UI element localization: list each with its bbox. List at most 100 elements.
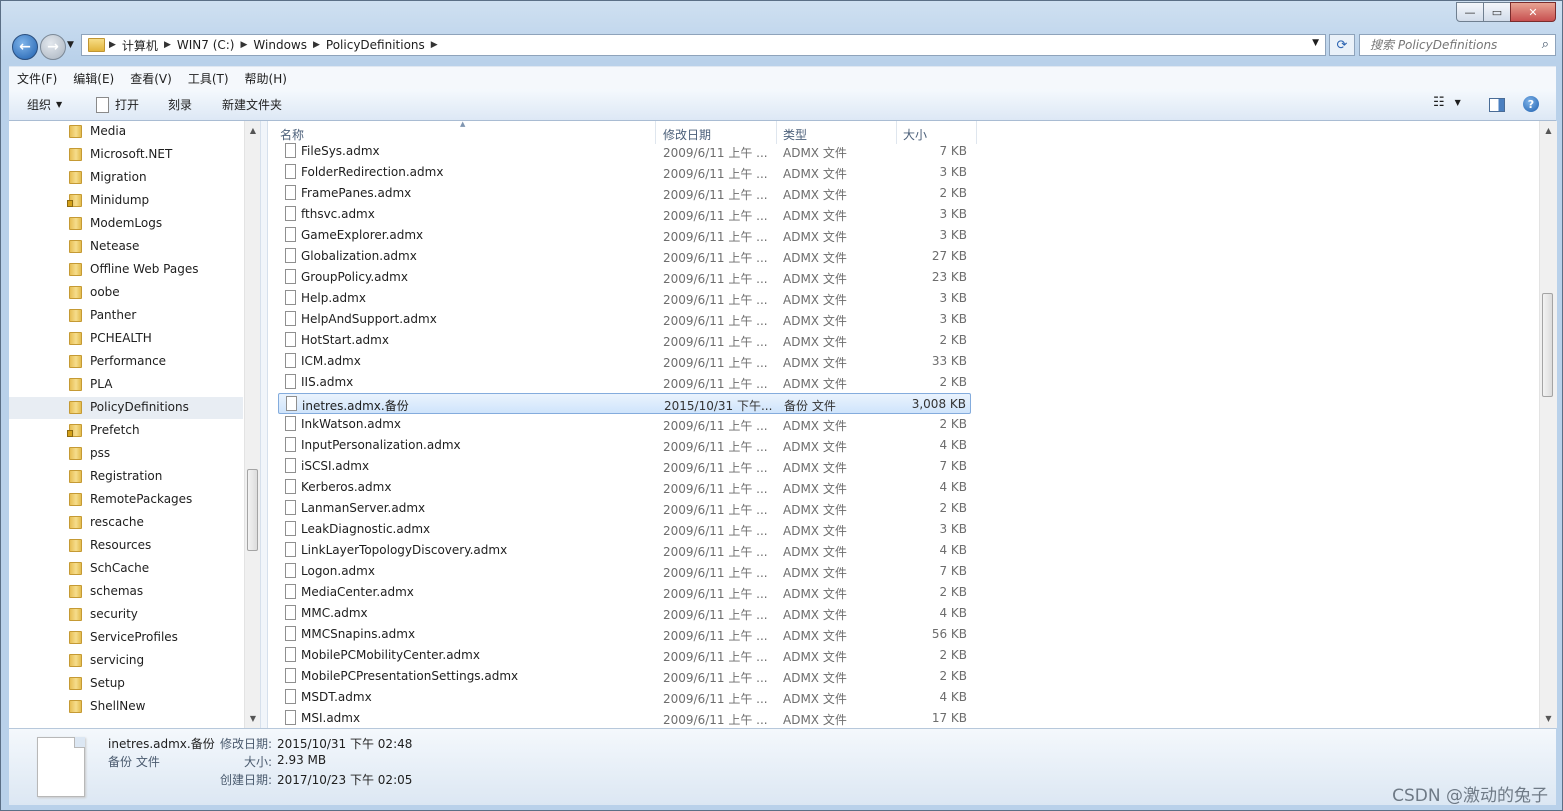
nav-folder-item[interactable]: Panther — [9, 305, 243, 327]
breadcrumb-policydefinitions[interactable]: PolicyDefinitions — [320, 38, 431, 52]
view-options-button[interactable]: ☷ ▼ — [1433, 95, 1461, 110]
file-row[interactable]: MobilePCMobilityCenter.admx 2009/6/11 上午 … — [278, 645, 971, 666]
file-row[interactable]: InputPersonalization.admx 2009/6/11 上午 ..… — [278, 435, 971, 456]
refresh-button[interactable]: ⟳ — [1329, 34, 1355, 56]
burn-button[interactable]: 刻录 — [168, 96, 192, 113]
forward-button[interactable]: → — [40, 34, 66, 60]
file-row[interactable]: MMCSnapins.admx 2009/6/11 上午 ... ADMX 文件 56… — [278, 624, 971, 645]
nav-folder-item[interactable]: RemotePackages — [9, 489, 243, 511]
chevron-right-icon[interactable]: ▶ — [313, 40, 320, 50]
scroll-down-arrow[interactable]: ▼ — [1540, 711, 1557, 727]
nav-folder-item[interactable]: Resources — [9, 535, 243, 557]
maximize-button[interactable]: ▭ — [1483, 2, 1511, 22]
pane-splitter[interactable] — [260, 121, 268, 728]
file-row[interactable]: fthsvc.admx 2009/6/11 上午 ... ADMX 文件 3 KB — [278, 204, 971, 225]
file-row[interactable]: HotStart.admx 2009/6/11 上午 ... ADMX 文件 2 KB — [278, 330, 971, 351]
nav-folder-item[interactable]: Minidump — [9, 190, 243, 212]
nav-folder-item[interactable]: Netease — [9, 236, 243, 258]
nav-folder-item[interactable]: ServiceProfiles — [9, 627, 243, 649]
menu-tools[interactable]: 工具(T) — [180, 70, 237, 87]
file-row[interactable]: FileSys.admx 2009/6/11 上午 ... ADMX 文件 7 KB — [278, 141, 971, 162]
menu-help[interactable]: 帮助(H) — [237, 70, 295, 87]
breadcrumb-computer[interactable]: 计算机 — [116, 37, 164, 54]
file-row[interactable]: LinkLayerTopologyDiscovery.admx 2009/6/11… — [278, 540, 971, 561]
file-row[interactable]: Help.admx 2009/6/11 上午 ... ADMX 文件 3 KB — [278, 288, 971, 309]
folder-icon — [88, 38, 105, 52]
nav-folder-item[interactable]: security — [9, 604, 243, 626]
nav-folder-item[interactable]: pss — [9, 443, 243, 465]
nav-folder-item[interactable]: Registration — [9, 466, 243, 488]
open-button[interactable]: 打开 — [96, 96, 139, 113]
nav-folder-item[interactable]: Migration — [9, 167, 243, 189]
search-box[interactable]: ⌕ — [1359, 34, 1556, 56]
nav-scroll-thumb[interactable] — [247, 469, 258, 551]
file-row[interactable]: MSDT.admx 2009/6/11 上午 ... ADMX 文件 4 KB — [278, 687, 971, 708]
file-row[interactable]: FramePanes.admx 2009/6/11 上午 ... ADMX 文件 2 … — [278, 183, 971, 204]
file-row[interactable]: GameExplorer.admx 2009/6/11 上午 ... ADMX 文件… — [278, 225, 971, 246]
file-row[interactable]: MobilePCPresentationSettings.admx 2009/6/… — [278, 666, 971, 687]
scroll-up-arrow[interactable]: ▲ — [1540, 123, 1557, 139]
scroll-down-arrow[interactable]: ▼ — [245, 711, 260, 727]
chevron-right-icon[interactable]: ▶ — [164, 40, 171, 50]
file-row[interactable]: Logon.admx 2009/6/11 上午 ... ADMX 文件 7 KB — [278, 561, 971, 582]
menu-edit[interactable]: 编辑(E) — [65, 70, 122, 87]
search-input[interactable] — [1368, 37, 1537, 53]
file-row[interactable]: MediaCenter.admx 2009/6/11 上午 ... ADMX 文件 2… — [278, 582, 971, 603]
minimize-button[interactable]: — — [1456, 2, 1484, 22]
menu-view[interactable]: 查看(V) — [122, 70, 180, 87]
file-row[interactable]: MMC.admx 2009/6/11 上午 ... ADMX 文件 4 KB — [278, 603, 971, 624]
file-row[interactable]: ICM.admx 2009/6/11 上午 ... ADMX 文件 33 KB — [278, 351, 971, 372]
nav-folder-item[interactable]: PolicyDefinitions — [9, 397, 243, 419]
nav-folder-item[interactable]: Prefetch — [9, 420, 243, 442]
nav-folder-item[interactable]: ShellNew — [9, 696, 243, 718]
column-divider[interactable] — [976, 121, 977, 144]
help-button[interactable]: ? — [1523, 96, 1539, 112]
file-row[interactable]: Globalization.admx 2009/6/11 上午 ... ADMX 文… — [278, 246, 971, 267]
new-folder-button[interactable]: 新建文件夹 — [222, 96, 282, 113]
nav-folder-item[interactable]: Setup — [9, 673, 243, 695]
address-history-dropdown[interactable]: ▼ — [1312, 38, 1319, 48]
file-row[interactable]: HelpAndSupport.admx 2009/6/11 上午 ... ADMX … — [278, 309, 971, 330]
search-icon[interactable]: ⌕ — [1542, 37, 1549, 52]
nav-folder-item[interactable]: PCHEALTH — [9, 328, 243, 350]
file-list-scroll-thumb[interactable] — [1542, 293, 1553, 397]
nav-folder-item[interactable]: Offline Web Pages — [9, 259, 243, 281]
preview-pane-button[interactable] — [1489, 98, 1505, 112]
nav-folder-item[interactable]: servicing — [9, 650, 243, 672]
nav-folder-item[interactable]: Media — [9, 121, 243, 143]
nav-folder-item[interactable]: ModemLogs — [9, 213, 243, 235]
nav-folder-item[interactable]: SchCache — [9, 558, 243, 580]
file-row[interactable]: GroupPolicy.admx 2009/6/11 上午 ... ADMX 文件 2… — [278, 267, 971, 288]
organize-button[interactable]: 组织 ▼ — [27, 96, 62, 113]
address-bar[interactable]: ▶ 计算机 ▶ WIN7 (C:) ▶ Windows ▶ PolicyDefi… — [81, 34, 1326, 56]
back-button[interactable]: ← — [12, 34, 38, 60]
file-row[interactable]: inetres.admx.备份 2015/10/31 下午... 备份 文件 3,00… — [278, 393, 971, 414]
nav-scrollbar[interactable]: ▲ ▼ — [244, 121, 260, 728]
file-row[interactable]: LeakDiagnostic.admx 2009/6/11 上午 ... ADMX … — [278, 519, 971, 540]
close-button[interactable]: ✕ — [1510, 2, 1556, 22]
file-row[interactable]: IIS.admx 2009/6/11 上午 ... ADMX 文件 2 KB — [278, 372, 971, 393]
menu-file[interactable]: 文件(F) — [9, 70, 65, 87]
breadcrumb-drive[interactable]: WIN7 (C:) — [171, 38, 241, 52]
file-row[interactable]: FolderRedirection.admx 2009/6/11 上午 ... AD… — [278, 162, 971, 183]
file-name: Logon.admx — [301, 564, 375, 578]
breadcrumb-windows[interactable]: Windows — [247, 38, 313, 52]
nav-folder-item[interactable]: Microsoft.NET — [9, 144, 243, 166]
file-list-scrollbar[interactable]: ▲ ▼ — [1539, 121, 1557, 728]
nav-folder-item[interactable]: oobe — [9, 282, 243, 304]
nav-folder-item[interactable]: PLA — [9, 374, 243, 396]
file-size: 3 KB — [939, 291, 967, 305]
scroll-up-arrow[interactable]: ▲ — [245, 123, 260, 139]
chevron-right-icon[interactable]: ▶ — [240, 40, 247, 50]
file-row[interactable]: InkWatson.admx 2009/6/11 上午 ... ADMX 文件 2 K… — [278, 414, 971, 435]
chevron-right-icon[interactable]: ▶ — [109, 40, 116, 50]
nav-folder-item[interactable]: schemas — [9, 581, 243, 603]
file-row[interactable]: LanmanServer.admx 2009/6/11 上午 ... ADMX 文件… — [278, 498, 971, 519]
nav-folder-item[interactable]: rescache — [9, 512, 243, 534]
file-row[interactable]: Kerberos.admx 2009/6/11 上午 ... ADMX 文件 4 KB — [278, 477, 971, 498]
recent-pages-dropdown[interactable]: ▼ — [67, 40, 74, 50]
chevron-right-icon[interactable]: ▶ — [431, 40, 438, 50]
file-row[interactable]: iSCSI.admx 2009/6/11 上午 ... ADMX 文件 7 KB — [278, 456, 971, 477]
file-row[interactable]: MSI.admx 2009/6/11 上午 ... ADMX 文件 17 KB — [278, 708, 971, 728]
nav-folder-item[interactable]: Performance — [9, 351, 243, 373]
